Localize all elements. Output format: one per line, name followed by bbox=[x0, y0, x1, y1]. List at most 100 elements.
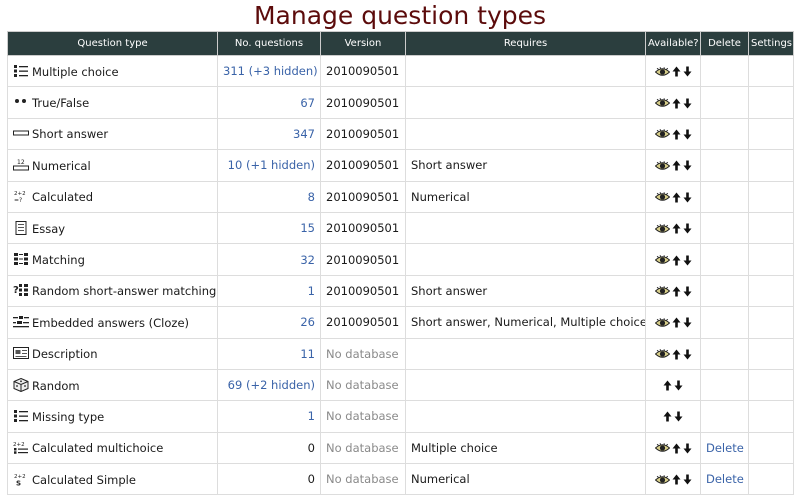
matching-icon bbox=[13, 252, 29, 266]
question-type-cell: Embedded answers (Cloze) bbox=[7, 306, 218, 339]
arrow-up-icon[interactable] bbox=[672, 286, 681, 297]
table-row: ? Random short-answer matching 1 2010090501… bbox=[7, 274, 794, 308]
arrow-down-icon[interactable] bbox=[683, 192, 692, 203]
question-type-cell: 2+2 Calculated multichoice bbox=[7, 431, 218, 465]
eye-icon[interactable] bbox=[654, 160, 670, 171]
arrow-down-icon[interactable] bbox=[674, 380, 683, 391]
header-no-questions[interactable]: No. questions bbox=[217, 31, 321, 56]
delete-link[interactable]: Delete bbox=[706, 472, 744, 486]
question-count-link[interactable]: 1 bbox=[308, 284, 315, 298]
settings-cell bbox=[748, 211, 794, 245]
settings-cell bbox=[748, 431, 794, 465]
arrow-up-icon[interactable] bbox=[663, 411, 672, 422]
table-row: 2+2 =? Calculated 8 2010090501 Numerical bbox=[7, 180, 794, 213]
question-type-cell: ? Random short-answer matching bbox=[7, 274, 218, 308]
question-type-cell: True/False bbox=[7, 86, 218, 119]
header-delete[interactable]: Delete bbox=[700, 31, 749, 56]
question-count-link[interactable]: 15 bbox=[300, 221, 315, 235]
arrow-down-icon[interactable] bbox=[683, 66, 692, 77]
shortanswer-icon bbox=[13, 126, 29, 140]
arrow-down-icon[interactable] bbox=[683, 349, 692, 360]
arrow-up-icon[interactable] bbox=[672, 192, 681, 203]
arrow-down-icon[interactable] bbox=[683, 474, 692, 485]
dice-icon bbox=[13, 377, 29, 392]
arrow-up-icon[interactable] bbox=[672, 66, 681, 77]
question-count-link[interactable]: 10 (+1 hidden) bbox=[228, 158, 315, 172]
eye-icon[interactable] bbox=[654, 98, 670, 108]
arrow-up-icon[interactable] bbox=[672, 317, 681, 328]
eye-icon[interactable] bbox=[654, 223, 670, 234]
delete-cell bbox=[700, 243, 749, 276]
version-cell: No database bbox=[320, 431, 406, 465]
eye-icon[interactable] bbox=[654, 286, 670, 296]
header-question-type[interactable]: Question type bbox=[7, 31, 218, 56]
table-row: Matching 32 2010090501 bbox=[7, 243, 794, 276]
settings-cell bbox=[748, 337, 794, 370]
requires-cell: Short answer bbox=[405, 149, 646, 182]
arrow-down-icon[interactable] bbox=[683, 443, 692, 454]
arrow-up-icon[interactable] bbox=[672, 349, 681, 360]
available-cell bbox=[645, 54, 701, 88]
eye-icon[interactable] bbox=[654, 129, 670, 139]
header-version[interactable]: Version bbox=[320, 31, 406, 56]
arrow-up-icon[interactable] bbox=[672, 160, 681, 171]
arrow-up-icon[interactable] bbox=[672, 129, 681, 140]
arrow-down-icon[interactable] bbox=[674, 411, 683, 422]
delete-cell: Delete bbox=[700, 431, 749, 465]
question-type-name: Matching bbox=[32, 253, 85, 268]
delete-cell bbox=[700, 54, 749, 88]
eye-icon[interactable] bbox=[654, 317, 670, 328]
header-settings[interactable]: Settings bbox=[748, 31, 794, 56]
settings-cell bbox=[748, 368, 794, 402]
header-available[interactable]: Available? bbox=[645, 31, 701, 56]
missingtype-icon bbox=[13, 409, 29, 423]
arrow-up-icon[interactable] bbox=[672, 98, 681, 109]
eye-icon[interactable] bbox=[654, 443, 670, 453]
arrow-down-icon[interactable] bbox=[683, 255, 692, 266]
question-count-link[interactable]: 11 bbox=[300, 347, 315, 361]
question-count: 26 bbox=[217, 306, 321, 339]
settings-cell bbox=[748, 54, 794, 88]
question-count-link[interactable]: 8 bbox=[308, 190, 315, 204]
arrow-up-icon[interactable] bbox=[672, 255, 681, 266]
arrow-up-icon[interactable] bbox=[672, 443, 681, 454]
arrow-up-icon[interactable] bbox=[672, 474, 681, 485]
eye-icon[interactable] bbox=[654, 349, 670, 359]
question-count-link[interactable]: 26 bbox=[300, 315, 315, 329]
delete-cell: Delete bbox=[700, 463, 749, 496]
eye-icon[interactable] bbox=[654, 192, 670, 202]
cloze-icon bbox=[13, 315, 29, 329]
eye-icon[interactable] bbox=[654, 474, 670, 485]
calc-simple-icon: 2+2 S bbox=[13, 472, 29, 486]
arrow-down-icon[interactable] bbox=[683, 223, 692, 234]
version-cell: No database bbox=[320, 337, 406, 370]
arrow-down-icon[interactable] bbox=[683, 160, 692, 171]
header-requires[interactable]: Requires bbox=[405, 31, 646, 56]
question-type-cell: Random bbox=[7, 368, 218, 402]
available-cell bbox=[645, 243, 701, 276]
description-icon bbox=[13, 346, 29, 360]
question-count-link[interactable]: 67 bbox=[300, 96, 315, 110]
requires-cell: Multiple choice bbox=[405, 431, 646, 465]
requires-cell: Numerical bbox=[405, 180, 646, 213]
question-count-link[interactable]: 347 bbox=[293, 127, 315, 141]
question-type-name: Missing type bbox=[32, 409, 105, 424]
question-count-link[interactable]: 311 (+3 hidden) bbox=[223, 64, 318, 78]
arrow-down-icon[interactable] bbox=[683, 129, 692, 140]
arrow-up-icon[interactable] bbox=[663, 380, 672, 391]
essay-icon bbox=[13, 220, 29, 235]
arrow-down-icon[interactable] bbox=[683, 98, 692, 109]
arrow-down-icon[interactable] bbox=[683, 286, 692, 297]
delete-link[interactable]: Delete bbox=[706, 441, 744, 455]
question-count-link[interactable]: 1 bbox=[308, 409, 315, 423]
settings-cell bbox=[748, 117, 794, 151]
question-count-link[interactable]: 69 (+2 hidden) bbox=[228, 378, 315, 392]
version-cell: 2010090501 bbox=[320, 180, 406, 213]
requires-cell bbox=[405, 211, 646, 245]
arrow-down-icon[interactable] bbox=[683, 317, 692, 328]
question-count-link[interactable]: 32 bbox=[300, 253, 315, 267]
arrow-up-icon[interactable] bbox=[672, 223, 681, 234]
eye-icon[interactable] bbox=[654, 255, 670, 265]
eye-icon[interactable] bbox=[654, 66, 670, 77]
version-cell: No database bbox=[320, 400, 406, 433]
